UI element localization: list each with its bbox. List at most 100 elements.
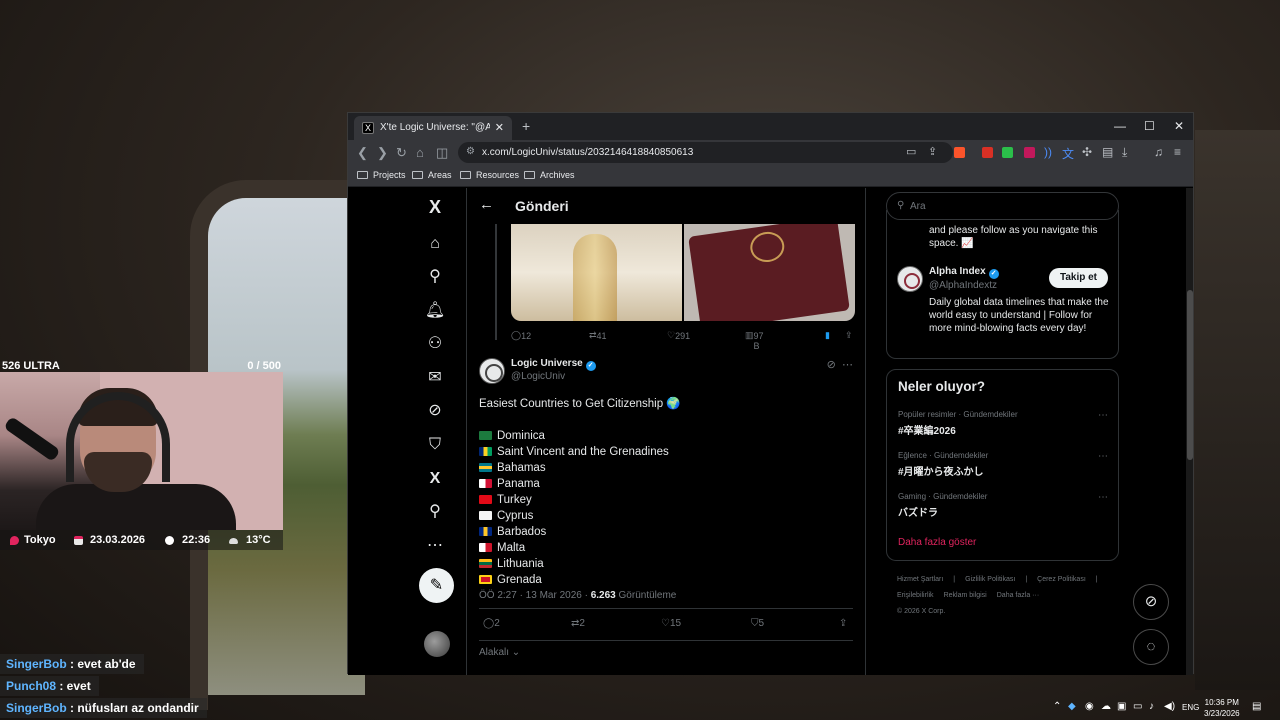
follow-button[interactable]: Takip et: [1049, 268, 1108, 288]
bookmark-folder-resources[interactable]: Resources: [460, 170, 519, 180]
related-sort[interactable]: Alakalı ⌄: [479, 647, 520, 658]
show-more-link[interactable]: Daha fazla göster: [898, 537, 976, 548]
cast-icon[interactable]: ▭: [906, 145, 916, 158]
profile-icon[interactable]: ⚲: [424, 501, 446, 523]
footer-link[interactable]: Reklam bilgisi: [944, 592, 987, 599]
back-button[interactable]: ❮: [357, 145, 368, 161]
trend-item[interactable]: Popüler resimler · Gündemdekiler #卒業編202…: [898, 410, 1108, 437]
share-icon[interactable]: ⇪: [845, 330, 853, 341]
x-logo-icon[interactable]: X: [424, 196, 446, 218]
reply-button[interactable]: ◯ 2: [483, 618, 500, 629]
repost-button[interactable]: ⇄ 2: [571, 618, 585, 629]
suggested-account-name[interactable]: Alpha Index ✓: [929, 266, 999, 279]
discord-icon[interactable]: ◉: [1085, 701, 1094, 712]
more-options-icon[interactable]: ⋯: [842, 359, 853, 371]
new-tab-button[interactable]: +: [522, 118, 530, 134]
tray-cloud-icon[interactable]: ☁: [1101, 701, 1111, 712]
like-button[interactable]: ♡ 15: [661, 618, 681, 629]
download-icon[interactable]: ⤓: [1122, 145, 1127, 160]
more-options-icon[interactable]: ⋯: [1098, 451, 1108, 462]
views-action[interactable]: ▥ 97 B: [745, 330, 764, 351]
location-pin-icon: [10, 536, 19, 545]
extension-red-icon[interactable]: [982, 147, 993, 158]
follow-icon[interactable]: ⚇: [424, 333, 446, 355]
extension-badge-icon[interactable]: [1024, 147, 1035, 158]
bookmark-folder-areas[interactable]: Areas: [412, 170, 452, 180]
like-action[interactable]: ♡ 291: [667, 330, 690, 341]
microphone-icon[interactable]: ♪: [1149, 701, 1154, 712]
tweet-timestamp[interactable]: ÖÖ 2:27 · 13 Mar 2026 ·: [479, 590, 591, 601]
footer-link[interactable]: Daha fazla ···: [997, 592, 1039, 599]
tray-app-icon[interactable]: ◆: [1068, 701, 1076, 712]
extensions-puzzle-icon[interactable]: ✣: [1082, 145, 1092, 159]
avatar[interactable]: [897, 266, 923, 292]
reload-button[interactable]: ↻: [396, 145, 407, 161]
bookmark-button[interactable]: ⛉ 5: [751, 618, 764, 629]
repost-action[interactable]: ⇄ 41: [589, 330, 607, 341]
author-handle[interactable]: @LogicUniv: [511, 371, 565, 382]
grok-icon[interactable]: ⊘: [424, 400, 446, 422]
grok-icon[interactable]: ⊘: [827, 359, 836, 371]
footer-link[interactable]: Gizlilik Politikası: [965, 576, 1015, 583]
previous-tweet-media[interactable]: [511, 224, 855, 321]
notifications-icon[interactable]: 🔔︎: [424, 300, 446, 322]
avatar[interactable]: [424, 631, 450, 657]
sidebar-icon[interactable]: ◫: [436, 145, 448, 161]
author-name[interactable]: Logic Universe ✓: [511, 358, 596, 371]
reply-action[interactable]: ◯ 12: [511, 330, 531, 341]
media-image-2[interactable]: [684, 224, 855, 321]
bookmark-filled-icon[interactable]: ▮: [825, 330, 830, 341]
messages-icon[interactable]: ✉: [424, 367, 446, 389]
page-scrollbar[interactable]: [1186, 188, 1193, 675]
bookmark-folder-projects[interactable]: Projects: [357, 170, 406, 180]
post-button[interactable]: ✎: [419, 568, 454, 603]
notifications-icon[interactable]: ▤: [1252, 701, 1261, 712]
media-icon[interactable]: ♫: [1154, 145, 1163, 159]
reading-list-icon[interactable]: ▤: [1102, 145, 1113, 159]
grok-fab-button[interactable]: ⊘: [1133, 584, 1169, 620]
language-indicator[interactable]: ENG: [1182, 703, 1199, 712]
messages-fab-button[interactable]: ◌: [1133, 629, 1169, 665]
explore-icon[interactable]: ⚲: [424, 266, 446, 288]
trend-item[interactable]: Eğlence · Gündemdekiler #月曜から夜ふかし ⋯: [898, 451, 1108, 478]
home-icon[interactable]: ⌂: [416, 145, 424, 160]
close-window-button[interactable]: ✕: [1174, 119, 1184, 133]
trend-item[interactable]: Gaming · Gündemdekiler バズドラ ⋯: [898, 492, 1108, 519]
footer-link[interactable]: Erişilebilirlik: [897, 592, 934, 599]
minimize-button[interactable]: —: [1114, 119, 1126, 133]
extension-wave-icon[interactable]: )): [1044, 145, 1052, 159]
home-icon[interactable]: ⌂: [424, 233, 446, 255]
tray-app2-icon[interactable]: ▣: [1117, 701, 1126, 712]
extension-green-icon[interactable]: [1002, 147, 1013, 158]
maximize-button[interactable]: ☐: [1144, 119, 1155, 133]
network-icon[interactable]: ▭: [1133, 701, 1142, 712]
system-clock[interactable]: 10:36 PM 3/23/2026: [1204, 697, 1240, 719]
share-icon[interactable]: ⇪: [928, 145, 937, 158]
site-info-icon[interactable]: ⚙: [466, 146, 475, 157]
more-icon[interactable]: ⋯: [424, 535, 446, 557]
trend-name: バズドラ: [898, 508, 938, 519]
address-bar[interactable]: ⚙ x.com/LogicUniv/status/203214641884085…: [458, 142, 953, 163]
bookmarks-icon[interactable]: ⛉: [424, 434, 446, 456]
back-arrow-icon[interactable]: ←: [479, 196, 494, 213]
media-image-1[interactable]: [511, 224, 682, 321]
avatar[interactable]: [479, 358, 505, 384]
premium-x-icon[interactable]: X: [424, 468, 446, 490]
search-input[interactable]: ⚲ Ara: [886, 192, 1119, 220]
browser-tab[interactable]: X X'te Logic Universe: "@AlphaInd ✕: [354, 116, 512, 140]
footer-link[interactable]: Hizmet Şartları: [897, 576, 943, 583]
footer-link[interactable]: Çerez Politikası: [1037, 576, 1086, 583]
forward-button[interactable]: ❯: [377, 145, 388, 161]
tray-chevron-icon[interactable]: ⌃: [1053, 701, 1061, 712]
share-button[interactable]: ⇪: [839, 618, 847, 629]
brave-shield-icon[interactable]: [954, 147, 965, 158]
tab-close-icon[interactable]: ✕: [495, 121, 504, 134]
volume-icon[interactable]: ◀): [1164, 701, 1175, 712]
more-options-icon[interactable]: ⋯: [1098, 410, 1108, 421]
scrollbar-thumb[interactable]: [1187, 290, 1193, 460]
tab-strip: X X'te Logic Universe: "@AlphaInd ✕ + — …: [348, 113, 1193, 140]
menu-icon[interactable]: ≡: [1174, 145, 1181, 159]
more-options-icon[interactable]: ⋯: [1098, 492, 1108, 503]
bookmark-folder-archives[interactable]: Archives: [524, 170, 575, 180]
translate-icon[interactable]: 文: [1062, 145, 1074, 162]
